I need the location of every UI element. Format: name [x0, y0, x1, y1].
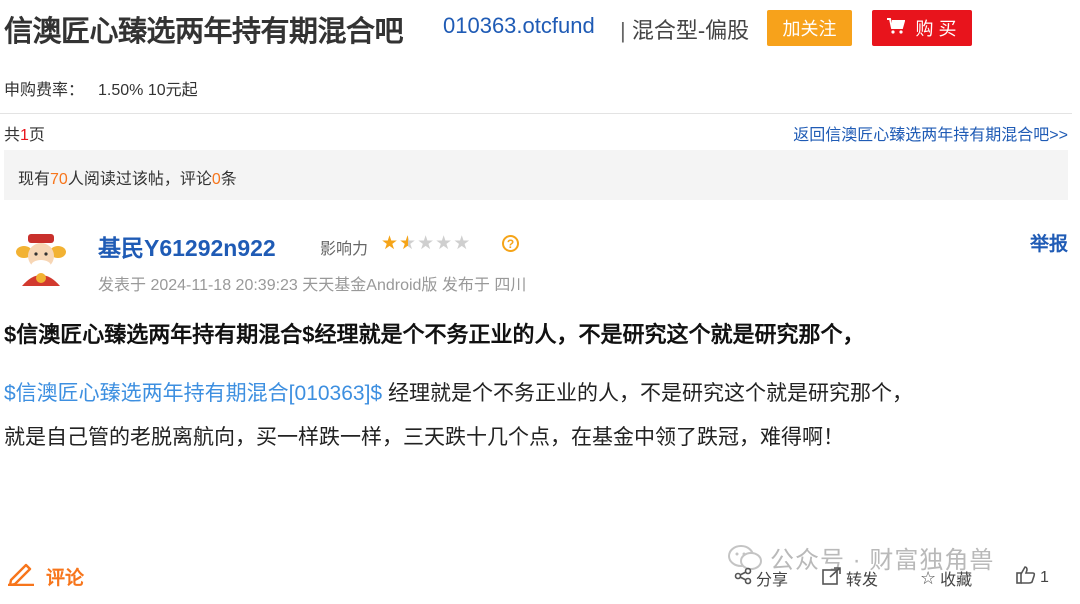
report-link[interactable]: 举报 [1030, 229, 1068, 256]
reader-count: 70 [50, 171, 68, 188]
page-count: 共1页 [4, 121, 45, 145]
share-button[interactable]: 分享 [734, 566, 788, 590]
collect-button[interactable]: ☆ 收藏 [920, 566, 972, 590]
fee-value: 1.50% 10元起 [98, 82, 198, 99]
read-stats: 现有70人阅读过该帖，评论0条 [18, 165, 237, 189]
fund-tag-link[interactable]: $信澳匠心臻选两年持有期混合[010363]$ [4, 382, 382, 405]
post-body: $信澳匠心臻选两年持有期混合[010363]$ 经理就是个不务正业的人，不是研究… [4, 372, 1068, 460]
buy-label: 购 买 [915, 19, 957, 39]
rating-star-icon: ★ [453, 233, 472, 254]
cart-icon [887, 17, 906, 39]
rating-star-icon: ★ [381, 233, 400, 254]
page-count-number: 1 [20, 127, 29, 144]
like-count: 1 [1040, 568, 1049, 586]
collect-label: 收藏 [940, 572, 973, 589]
rating-star-icon: ★ [417, 233, 436, 254]
fund-code-link[interactable]: 010363.otcfund [443, 13, 595, 39]
post-body-line2: 就是自己管的老脱离航向，买一样跌一样，三天跌十几个点，在基金中领了跌冠，难得啊！ [4, 426, 844, 449]
rating-star-icon: ★ [435, 233, 454, 254]
fund-type: 混合型-偏股 [631, 18, 750, 43]
avatar[interactable] [14, 230, 68, 286]
back-to-forum-link[interactable]: 返回信澳匠心臻选两年持有期混合吧>> [793, 121, 1068, 145]
fund-type-label: | 混合型-偏股 [620, 13, 749, 45]
header-separator: | [620, 18, 626, 43]
forward-button[interactable]: 转发 [822, 566, 878, 590]
page-count-prefix: 共 [4, 127, 21, 144]
share-icon [734, 567, 752, 590]
forward-label: 转发 [846, 572, 879, 589]
post-meta: 发表于 2024-11-18 20:39:23 天天基金Android版 发布于… [98, 277, 527, 294]
like-button[interactable]: 1 [1016, 566, 1049, 589]
author-name[interactable]: 基民Y61292n922 [98, 229, 276, 263]
forward-icon [822, 566, 842, 590]
stats-prefix: 现有 [18, 171, 51, 188]
help-icon[interactable]: ? [502, 235, 519, 252]
follow-button[interactable]: 加关注 [767, 10, 852, 46]
influence-label: 影响力 [320, 241, 369, 258]
influence-rating: ★★★★★ [381, 232, 471, 255]
comment-label: 评论 [46, 567, 85, 589]
post-title: $信澳匠心臻选两年持有期混合$经理就是个不务正业的人，不是研究这个就是研究那个， [4, 322, 865, 347]
comment-count: 0 [211, 171, 221, 188]
post-body-line1: 经理就是个不务正业的人，不是研究这个就是研究那个， [382, 382, 913, 405]
rating-star-icon: ★ [399, 233, 418, 254]
stats-suffix: 条 [220, 171, 237, 188]
comment-button[interactable]: 评论 [6, 560, 84, 592]
pencil-icon [6, 560, 36, 592]
buy-button[interactable]: 购 买 [872, 10, 972, 46]
share-label: 分享 [756, 572, 789, 589]
fee-label: 申购费率： [4, 82, 85, 99]
stats-middle: 人阅读过该帖，评论 [67, 171, 212, 188]
star-outline-icon: ☆ [920, 567, 937, 588]
divider [0, 113, 1072, 114]
fee-row: 申购费率： 1.50% 10元起 [4, 76, 198, 100]
page-count-suffix: 页 [28, 127, 45, 144]
page-title: 信澳匠心臻选两年持有期混合吧 [4, 16, 404, 48]
thumbs-up-icon [1016, 566, 1036, 589]
